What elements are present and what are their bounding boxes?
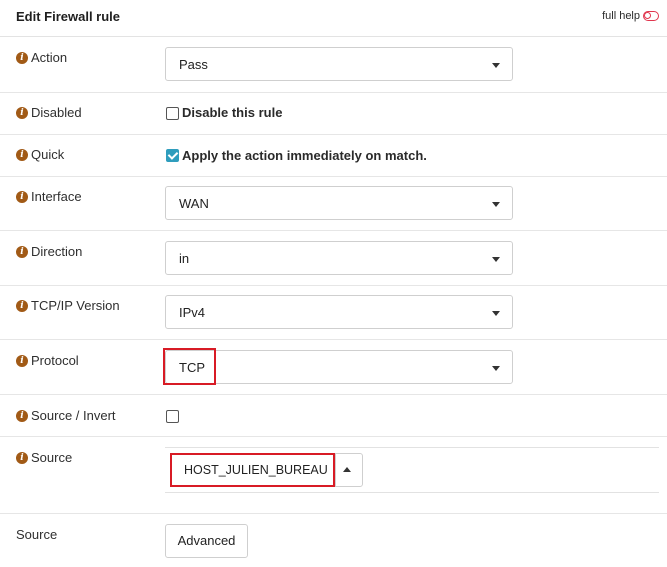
info-icon[interactable]: i <box>16 409 28 422</box>
protocol-highlight-box <box>163 348 216 385</box>
row-action: i Action Pass <box>0 37 667 93</box>
caret-down-icon <box>492 63 500 68</box>
quick-label-group: i Quick <box>16 147 64 162</box>
info-icon[interactable]: i <box>16 106 28 119</box>
row-tcpip-version: i TCP/IP Version IPv4 <box>0 286 667 340</box>
disable-rule-checkbox[interactable] <box>166 107 179 120</box>
row-quick: i Quick Apply the action immediately on … <box>0 135 667 177</box>
row-disabled: i Disabled Disable this rule <box>0 93 667 135</box>
advanced-button[interactable]: Advanced <box>165 524 248 558</box>
panel-header: Edit Firewall rule full help <box>0 0 667 37</box>
source-invert-label-group: i Source / Invert <box>16 408 116 423</box>
info-icon[interactable]: i <box>16 299 28 312</box>
panel-title: Edit Firewall rule <box>16 9 121 24</box>
protocol-select[interactable]: TCP <box>165 350 513 384</box>
row-protocol: i Protocol TCP <box>0 340 667 395</box>
caret-down-icon <box>492 366 500 371</box>
info-icon[interactable]: i <box>16 148 28 161</box>
source-invert-label: Source / Invert <box>31 408 116 423</box>
info-icon[interactable]: i <box>16 245 28 258</box>
info-icon[interactable]: i <box>16 451 28 464</box>
source-label-group: i Source <box>16 450 72 465</box>
caret-down-icon <box>492 257 500 262</box>
row-direction: i Direction in <box>0 231 667 286</box>
direction-label: Direction <box>31 244 83 259</box>
protocol-label-group: i Protocol <box>16 353 79 368</box>
caret-down-icon <box>492 311 500 316</box>
row-interface: i Interface WAN <box>0 177 667 231</box>
quick-checkbox-label[interactable]: Apply the action immediately on match. <box>182 148 427 163</box>
action-select[interactable]: Pass <box>165 47 513 81</box>
direction-select[interactable]: in <box>165 241 513 275</box>
interface-label-group: i Interface <box>16 189 82 204</box>
toggle-off-icon[interactable] <box>643 11 659 21</box>
source-label: Source <box>31 450 73 465</box>
source-invert-checkbox[interactable] <box>166 410 179 423</box>
interface-select[interactable]: WAN <box>165 186 513 220</box>
direction-label-group: i Direction <box>16 244 82 259</box>
source-select-divider <box>335 454 336 486</box>
direction-select-value: in <box>179 251 190 266</box>
source-highlight-box <box>170 453 335 487</box>
info-icon[interactable]: i <box>16 190 28 203</box>
action-select-value: Pass <box>179 57 208 72</box>
interface-label: Interface <box>31 189 82 204</box>
interface-select-value: WAN <box>179 196 209 211</box>
tcpip-label-group: i TCP/IP Version <box>16 298 120 313</box>
disabled-label-group: i Disabled <box>16 105 82 120</box>
tcpip-version-select-value: IPv4 <box>179 305 206 320</box>
quick-checkbox[interactable] <box>166 149 179 162</box>
protocol-label: Protocol <box>31 353 79 368</box>
source-advanced-label: Source <box>16 527 58 542</box>
action-label: Action <box>31 50 68 65</box>
tcpip-version-label: TCP/IP Version <box>31 298 120 313</box>
action-label-group: i Action <box>16 50 67 65</box>
info-icon[interactable]: i <box>16 51 28 64</box>
caret-down-icon <box>492 202 500 207</box>
disable-rule-checkbox-label[interactable]: Disable this rule <box>182 105 282 120</box>
info-icon[interactable]: i <box>16 354 28 367</box>
row-source-invert: i Source / Invert <box>0 395 667 437</box>
quick-label: Quick <box>31 147 65 162</box>
full-help-toggle[interactable]: full help <box>602 10 659 22</box>
disabled-label: Disabled <box>31 105 82 120</box>
caret-up-icon[interactable] <box>343 467 351 472</box>
source-advanced-label-group: Source <box>16 527 57 542</box>
tcpip-version-select[interactable]: IPv4 <box>165 295 513 329</box>
full-help-label: full help <box>602 10 640 22</box>
